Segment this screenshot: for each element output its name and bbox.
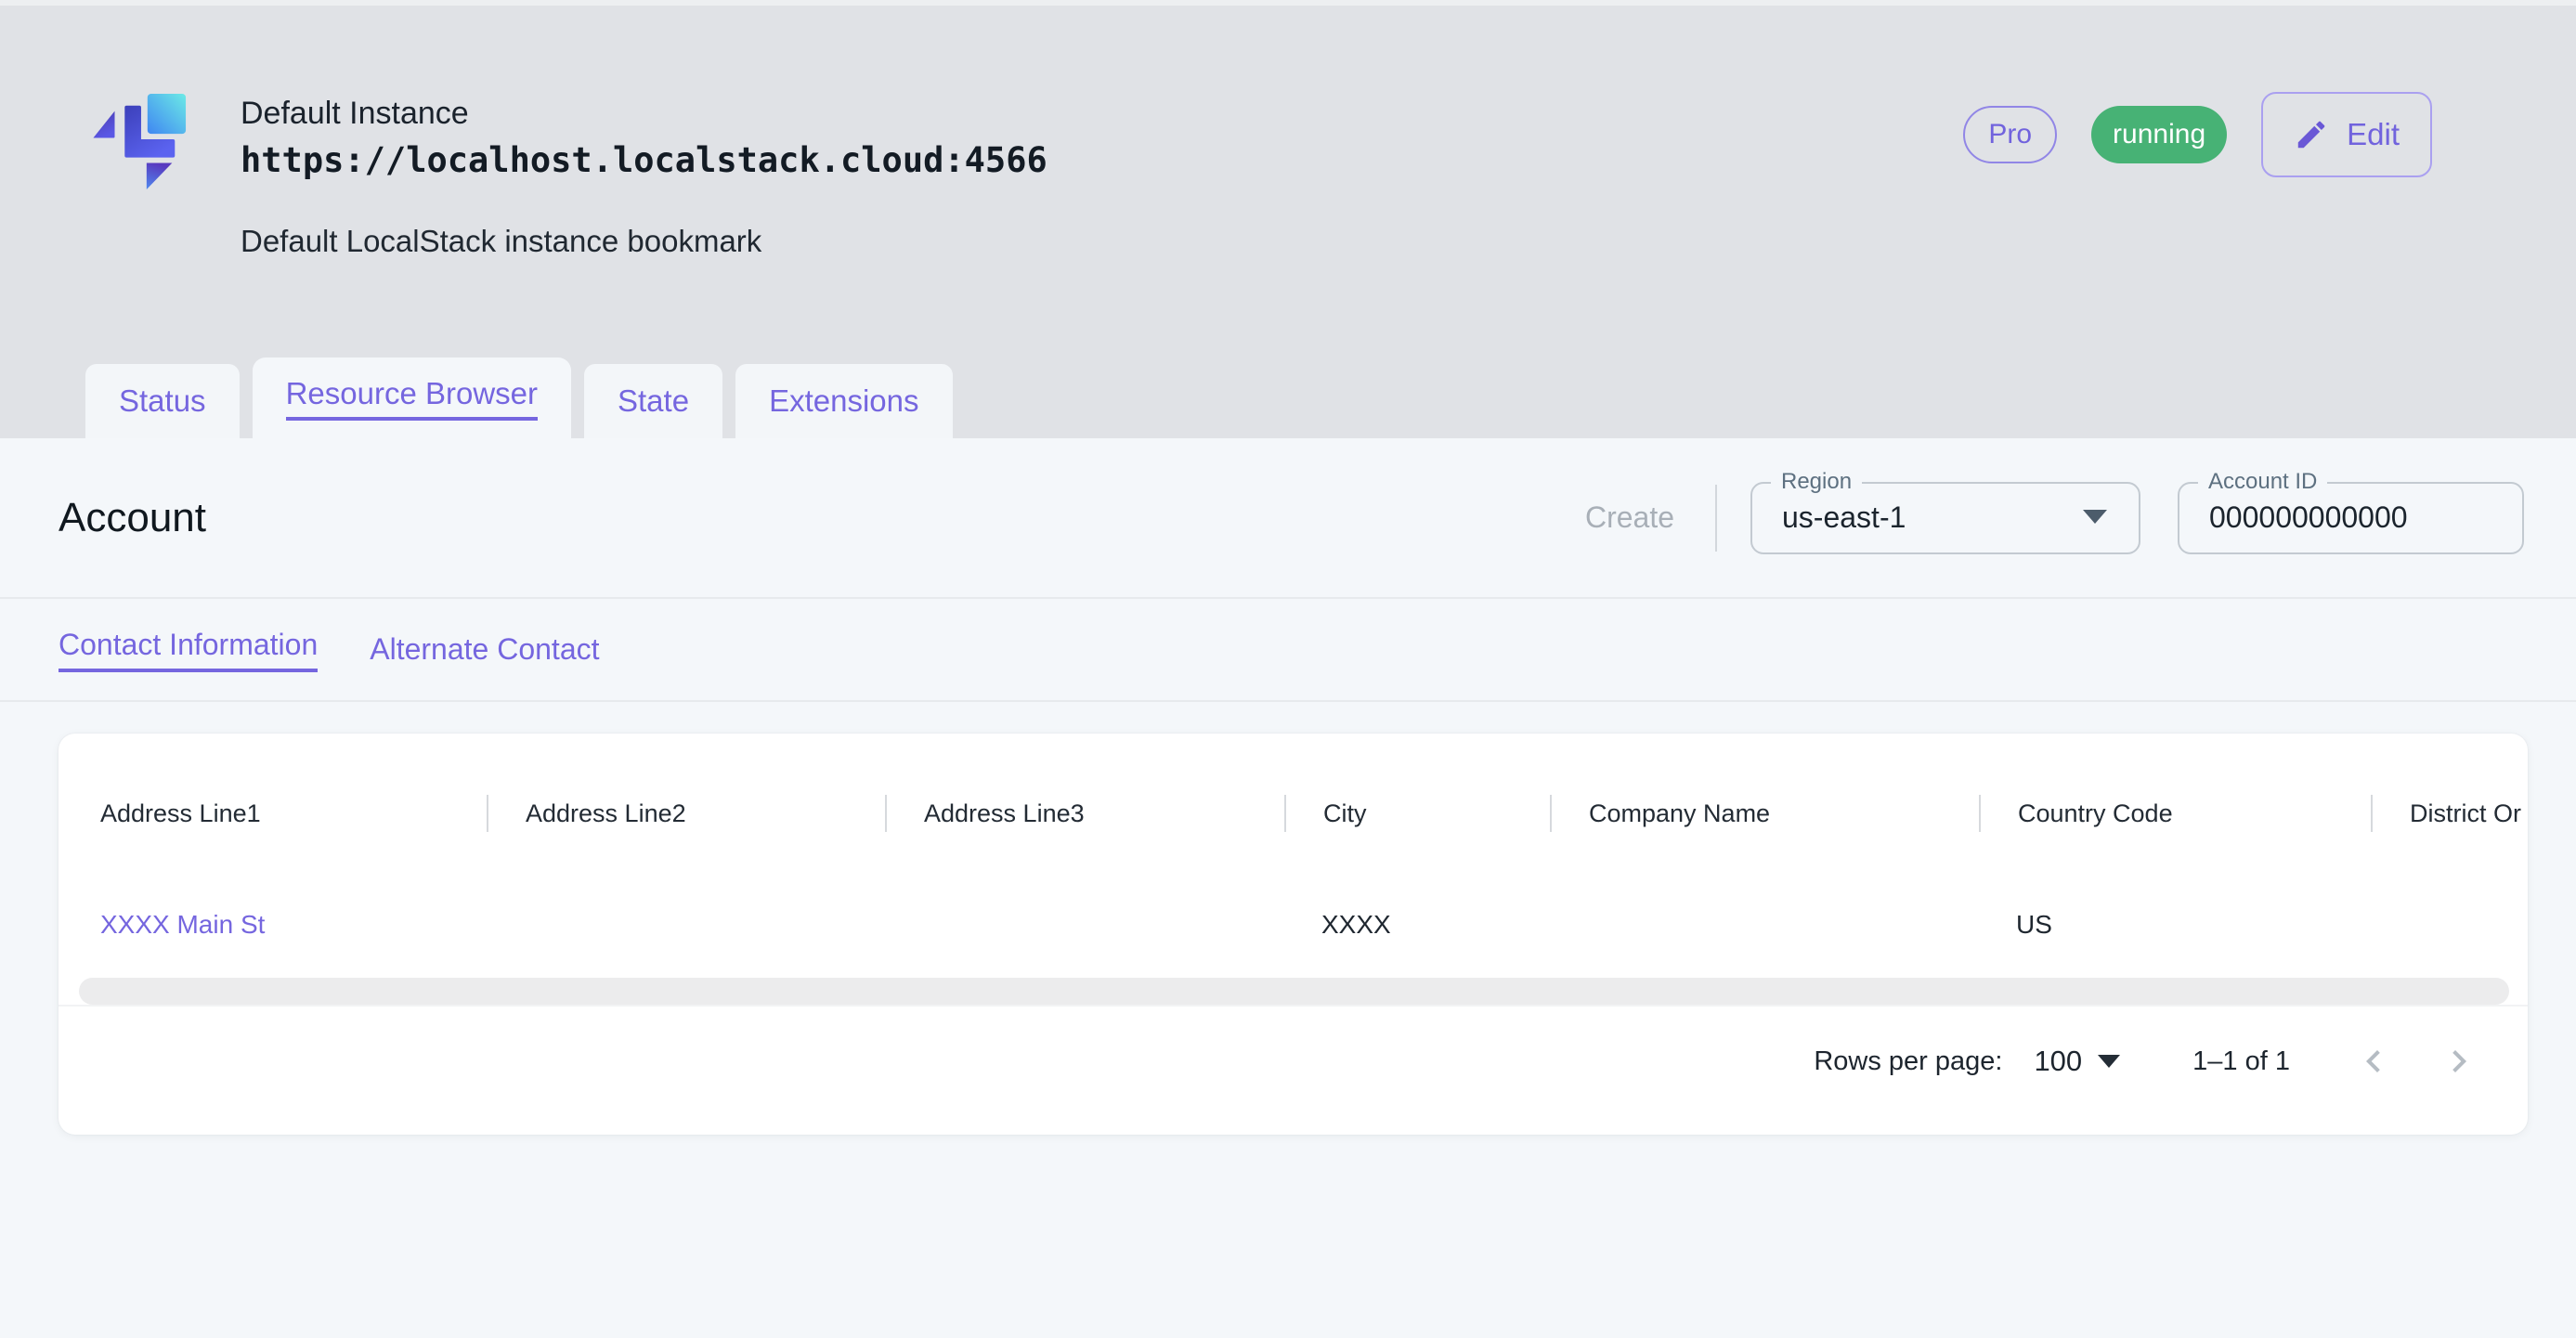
instance-subtitle: Default LocalStack instance bookmark	[241, 224, 1047, 259]
instance-header: Default Instance https://localhost.local…	[90, 86, 1047, 259]
instance-tabs: Status Resource Browser State Extensions	[85, 357, 953, 438]
resource-controls: Create Region us-east-1 Account ID 00000…	[1585, 482, 2524, 554]
arrow-drop-down-icon	[2098, 1055, 2120, 1068]
account-id-label: Account ID	[2198, 469, 2327, 495]
region-select-value: us-east-1	[1782, 500, 1906, 535]
rows-per-page-value: 100	[2034, 1045, 2082, 1078]
table-row: XXXX Main St XXXX US	[59, 906, 2528, 943]
tab-extensions[interactable]: Extensions	[735, 364, 952, 438]
address-line1-link[interactable]: XXXX Main St	[100, 910, 265, 939]
cell-country-code: US	[1979, 910, 2371, 940]
create-button[interactable]: Create	[1585, 500, 1674, 535]
edit-button[interactable]: Edit	[2261, 92, 2432, 177]
account-subtabs: Contact Information Alternate Contact	[0, 599, 2576, 702]
edit-button-label: Edit	[2347, 117, 2400, 152]
account-id-field[interactable]: Account ID 000000000000	[2178, 482, 2524, 554]
account-id-value: 000000000000	[2209, 500, 2408, 535]
status-badge: running	[2091, 106, 2227, 163]
tab-status[interactable]: Status	[85, 364, 240, 438]
chevron-left-icon	[2351, 1039, 2396, 1084]
cell-city: XXXX	[1284, 910, 1550, 940]
localstack-logo-icon	[90, 86, 189, 194]
subtab-alternate-contact[interactable]: Alternate Contact	[370, 632, 599, 667]
window-top-edge	[0, 0, 2576, 6]
column-header-address-line3: Address Line3	[885, 795, 1284, 832]
pencil-icon	[2294, 117, 2329, 152]
column-header-country-code: Country Code	[1979, 795, 2371, 832]
column-header-company-name: Company Name	[1550, 795, 1979, 832]
column-header-address-line1: Address Line1	[59, 795, 487, 832]
subtab-contact-information[interactable]: Contact Information	[59, 628, 318, 672]
instance-title: Default Instance	[241, 96, 1047, 132]
table-header-row: Address Line1 Address Line2 Address Line…	[59, 793, 2528, 834]
table-pagination: Rows per page: 100 1–1 of 1	[59, 1015, 2528, 1108]
arrow-drop-down-icon	[2083, 510, 2107, 524]
column-header-address-line2: Address Line2	[487, 795, 885, 832]
pro-badge: Pro	[1963, 106, 2057, 163]
tab-state[interactable]: State	[584, 364, 722, 438]
tab-resource-browser[interactable]: Resource Browser	[253, 357, 571, 438]
region-select-label: Region	[1771, 469, 1862, 495]
resource-browser-panel: Account Create Region us-east-1 Account …	[0, 438, 2576, 1338]
column-header-city: City	[1284, 795, 1550, 832]
resource-header-bar: Account Create Region us-east-1 Account …	[0, 438, 2576, 599]
page-title: Account	[59, 495, 206, 541]
column-header-district: District Or	[2371, 795, 2528, 832]
next-page-button[interactable]	[2437, 1039, 2481, 1084]
previous-page-button[interactable]	[2351, 1039, 2396, 1084]
controls-divider	[1715, 485, 1717, 552]
contact-information-table-card: Address Line1 Address Line2 Address Line…	[59, 734, 2528, 1135]
instance-url: https://localhost.localstack.cloud:4566	[241, 140, 1047, 180]
rows-per-page-select[interactable]: 100	[2034, 1045, 2120, 1078]
header-badges: Pro running Edit	[1963, 91, 2432, 178]
chevron-right-icon	[2437, 1039, 2481, 1084]
rows-per-page-label: Rows per page:	[1814, 1046, 2002, 1077]
horizontal-scrollbar-thumb[interactable]	[79, 978, 2509, 1005]
region-select[interactable]: Region us-east-1	[1750, 482, 2140, 554]
horizontal-scrollbar-track	[59, 978, 2528, 1007]
pagination-range: 1–1 of 1	[2192, 1046, 2290, 1077]
